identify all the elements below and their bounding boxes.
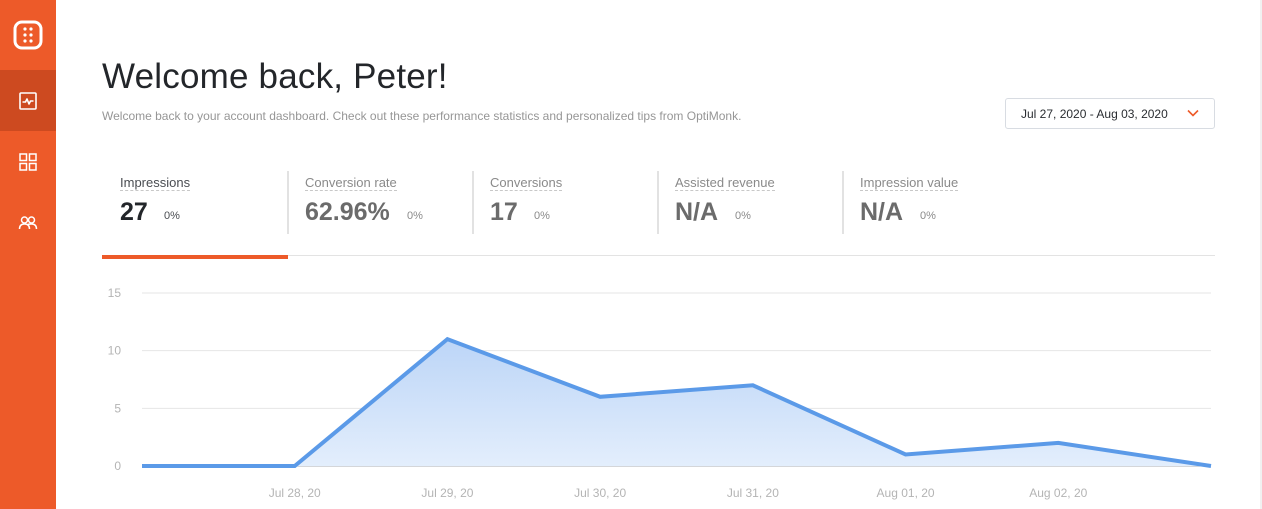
- stat-tab-impression-value[interactable]: Impression value N/A 0%: [842, 170, 1028, 235]
- activity-chart-icon: [19, 91, 37, 110]
- stat-label: Assisted revenue: [675, 175, 775, 191]
- x-tick-label: Aug 02, 20: [1029, 486, 1087, 500]
- stat-value: 17: [490, 198, 518, 226]
- x-tick-label: Jul 28, 20: [269, 486, 321, 500]
- page-subtitle: Welcome back to your account dashboard. …: [102, 109, 742, 123]
- grid-icon: [19, 152, 37, 171]
- stat-delta: 0%: [407, 210, 423, 222]
- date-range-value: Jul 27, 2020 - Aug 03, 2020: [1021, 106, 1168, 121]
- series-area-impressions: [142, 339, 1211, 466]
- y-tick-label: 0: [114, 459, 121, 473]
- stat-divider: [657, 171, 659, 234]
- stat-divider: [472, 171, 474, 234]
- stat-value: 27: [120, 198, 148, 226]
- stat-divider: [287, 171, 289, 234]
- stat-delta: 0%: [735, 210, 751, 222]
- chevron-down-icon: [1187, 109, 1199, 117]
- date-range-picker[interactable]: Jul 27, 2020 - Aug 03, 2020: [1005, 98, 1215, 129]
- stats-tabs: Impressions 27 0% Conversion rate 62.96%…: [102, 170, 1215, 256]
- stat-label: Conversions: [490, 175, 563, 191]
- stat-label: Impression value: [860, 175, 959, 191]
- y-tick-label: 10: [108, 344, 122, 358]
- y-tick-label: 5: [114, 401, 121, 415]
- x-tick-label: Aug 01, 20: [877, 486, 935, 500]
- users-icon: [18, 215, 38, 229]
- impressions-chart: 0 5 10 15 Jul 28, 20 Jul 29, 20 Jul 30, 20 Jul…: [108, 286, 1212, 500]
- logo[interactable]: [0, 0, 56, 70]
- stat-label: Conversion rate: [305, 175, 397, 191]
- stat-tab-conversion-rate[interactable]: Conversion rate 62.96% 0%: [287, 170, 473, 235]
- x-tick-label: Jul 30, 20: [574, 486, 626, 500]
- page-title: Welcome back, Peter!: [102, 57, 448, 96]
- x-tick-label: Jul 31, 20: [727, 486, 779, 500]
- stat-value: 62.96%: [305, 198, 390, 226]
- sidebar-item-dashboard[interactable]: [0, 70, 56, 131]
- stat-delta: 0%: [164, 210, 180, 222]
- optimonk-logo-icon: [13, 20, 43, 50]
- stat-value: N/A: [675, 198, 719, 226]
- sidebar-item-campaigns[interactable]: [0, 131, 56, 192]
- stat-tab-impressions[interactable]: Impressions 27 0%: [102, 170, 288, 235]
- stat-delta: 0%: [534, 210, 550, 222]
- stat-tab-conversions[interactable]: Conversions 17 0%: [472, 170, 658, 235]
- stat-label: Impressions: [120, 175, 191, 191]
- stat-divider: [842, 171, 844, 234]
- y-tick-label: 15: [108, 286, 122, 300]
- x-tick-label: Jul 29, 20: [421, 486, 473, 500]
- stat-value: N/A: [860, 198, 904, 226]
- active-tab-indicator: [102, 255, 288, 259]
- sidebar-item-subscribers[interactable]: [0, 192, 56, 253]
- stat-tab-assisted-revenue[interactable]: Assisted revenue N/A 0%: [657, 170, 843, 235]
- stat-delta: 0%: [920, 210, 936, 222]
